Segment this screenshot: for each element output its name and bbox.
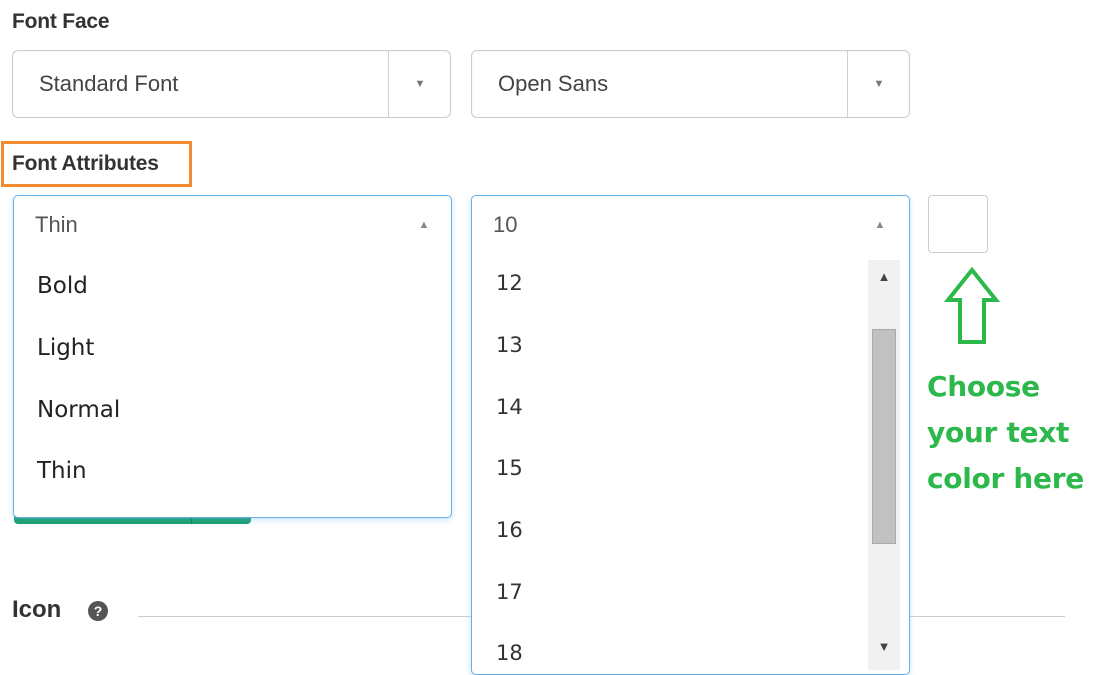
font-family-value: Open Sans	[498, 71, 609, 96]
font-type-select[interactable]: Standard Font ▼	[12, 50, 451, 118]
scroll-up-icon[interactable]: ▲	[870, 262, 898, 290]
font-family-select[interactable]: Open Sans ▼	[471, 50, 910, 118]
annotation-line: your text	[927, 416, 1070, 449]
dropdown-option[interactable]: 15	[496, 456, 523, 480]
font-size-value: 10	[493, 212, 518, 237]
font-face-label: Font Face	[12, 10, 110, 33]
chevron-down-icon[interactable]: ▼	[848, 51, 910, 117]
dropdown-option[interactable]: 18	[496, 641, 523, 665]
font-weight-dropdown[interactable]: Thin ▲ Bold Light Normal Thin	[13, 195, 452, 518]
dropdown-option[interactable]: 16	[496, 518, 523, 542]
chevron-down-icon[interactable]: ▼	[389, 51, 451, 117]
help-icon[interactable]: ?	[88, 601, 108, 621]
font-weight-value: Thin	[35, 212, 78, 237]
dropdown-option[interactable]: 13	[496, 333, 523, 357]
dropdown-option[interactable]: 17	[496, 580, 523, 604]
annotation-text: Choose your text color here	[927, 364, 1084, 502]
icon-section-label: Icon	[12, 596, 62, 623]
font-attributes-label: Font Attributes	[12, 152, 159, 175]
chevron-up-icon[interactable]: ▲	[865, 196, 895, 254]
arrow-up-icon	[944, 266, 1000, 344]
annotation-line: color here	[927, 462, 1084, 495]
annotation-line: Choose	[927, 370, 1040, 403]
scrollbar-thumb[interactable]	[872, 329, 896, 544]
help-glyph: ?	[93, 603, 103, 619]
dropdown-option[interactable]: 14	[496, 395, 523, 419]
dropdown-option[interactable]: Light	[37, 335, 94, 361]
section-divider	[910, 616, 1065, 617]
chevron-up-icon[interactable]: ▲	[409, 196, 439, 254]
scrollbar[interactable]: ▲ ▼	[868, 260, 900, 670]
scroll-down-icon[interactable]: ▼	[870, 632, 898, 660]
dropdown-option[interactable]: Bold	[37, 273, 88, 299]
dropdown-option[interactable]: Normal	[37, 397, 120, 423]
dropdown-option[interactable]: 12	[496, 271, 523, 295]
font-size-dropdown[interactable]: 10 ▲ 12 13 14 15 16 17 18 ▲ ▼	[471, 195, 910, 675]
font-type-value: Standard Font	[39, 71, 179, 96]
color-swatch[interactable]	[928, 195, 988, 253]
section-divider	[138, 616, 471, 617]
dropdown-option[interactable]: Thin	[37, 458, 87, 484]
